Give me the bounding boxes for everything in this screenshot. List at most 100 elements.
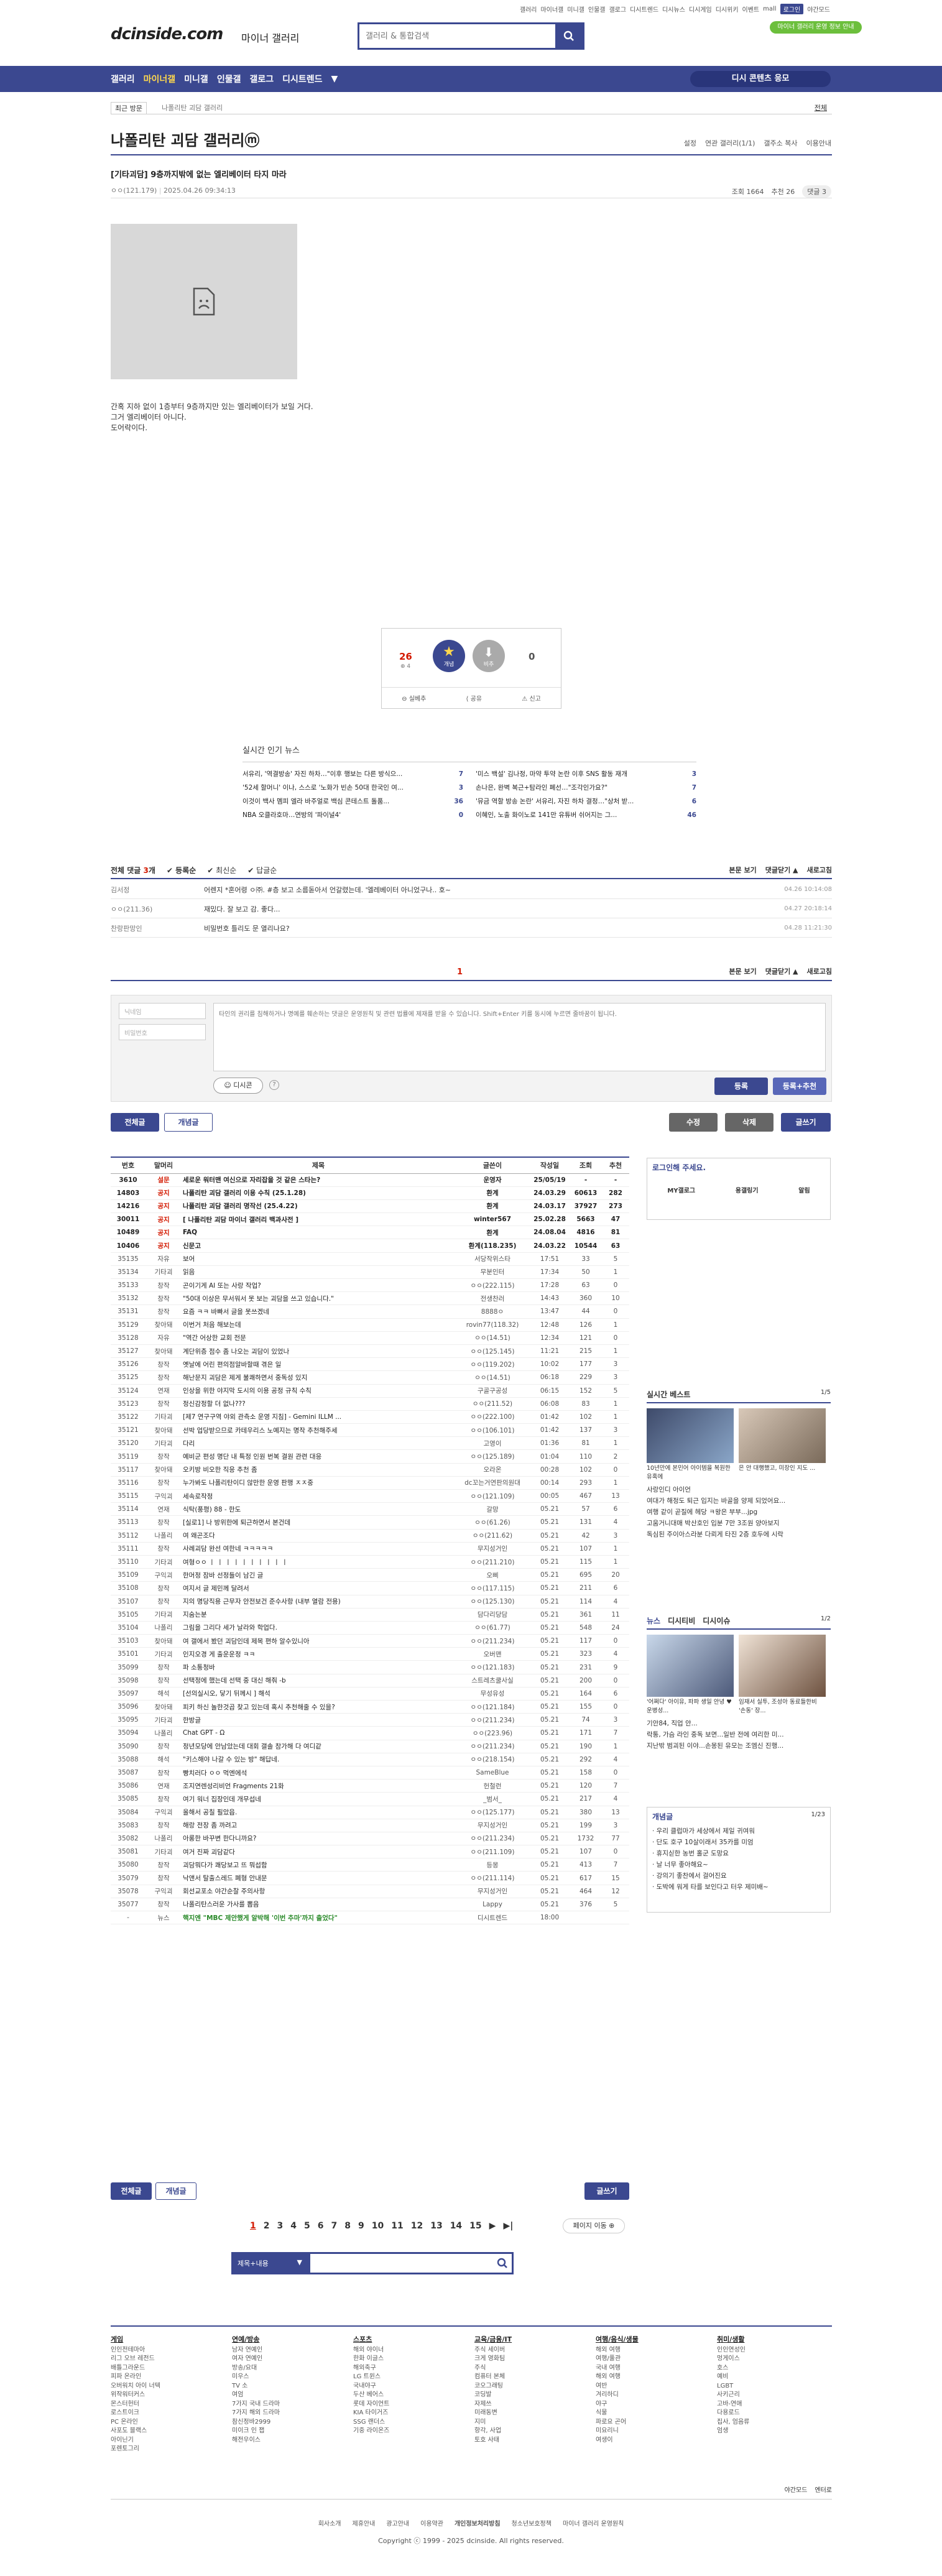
footer-link[interactable]: PC 온라인 [111,2418,160,2427]
post-writer[interactable]: ㅇㅇ(121.109) [455,1489,530,1503]
table-row[interactable]: 35112 나폴리 여 왜곤조다 ㅇㅇ(211.62) 05.21 42 3 [111,1529,629,1543]
page-link[interactable]: 9 [358,2221,364,2231]
footer-link[interactable]: 인인전테마아 [111,2346,160,2355]
table-row[interactable]: 35096 찾아돼 피키 하신 놀한것곱 찾고 있는데 혹시 추천해줄 수 있을? ㅇ… [111,1700,629,1714]
best-posts-button[interactable]: 개념글 [164,1113,213,1132]
sort-reply[interactable]: ✔ 답글순 [247,865,277,875]
post-writer[interactable]: ㅇㅇ(119.202) [455,1357,530,1372]
post-writer[interactable]: ㅇㅇ(222.115) [455,1278,530,1293]
post-author[interactable]: ㅇㅇ(121.179) [111,187,157,195]
delete-button[interactable]: 삭제 [725,1113,773,1132]
footer-link[interactable]: 롯데 자이언트 [353,2400,389,2409]
post-writer[interactable]: ㅇㅇ(125.145) [455,1344,530,1359]
post-writer[interactable]: ㅇㅇ(211.210) [455,1555,530,1569]
post-subject[interactable]: 빵치러다 ㅇㅇ 먹엔에석 [182,1766,455,1780]
post-subject[interactable]: 여거 진짜 괴담같다 [182,1845,455,1859]
post-writer[interactable]: 무지성거인 [455,1885,530,1898]
post-writer[interactable]: ㅇㅇ(211.234) [455,1832,530,1846]
list-best-button[interactable]: 개념글 [155,2182,196,2200]
util-link[interactable]: 이벤트 [742,4,760,14]
post-subject[interactable]: 곤이기게 AI 또는 사랑 작업? [182,1278,455,1293]
footer-link[interactable]: 기중 라이온즈 [353,2427,389,2436]
table-row[interactable]: 35132 창작 "50대 이상은 무서워서 못 보는 괴담을 쓰고 있습니다." 전… [111,1291,629,1306]
util-link[interactable]: 디시위키 [716,4,739,14]
promo-banner[interactable]: 마이너 갤러리 운영 정보 안내 [770,21,862,34]
post-subject[interactable]: 예비군 편성 명단 내 특정 인원 번복 결원 관련 대응 [182,1449,455,1464]
footer-link[interactable]: 야구 [596,2400,639,2409]
post-subject[interactable]: 옛날에 어린 편의점알바할때 겪은 일 [182,1357,455,1372]
post-subject[interactable]: 오키방 비오한 직응 추천 좀 [182,1463,455,1477]
post-subject[interactable]: 나폴리탄 괴담 갤러리 명작선 (25.4.22) [182,1199,455,1214]
news-tab[interactable]: 디시티비 [668,1615,695,1626]
table-row[interactable]: 10489 공지 FAQ 환계 24.08.04 4816 81 [111,1226,629,1240]
table-row[interactable]: 35103 찾아돼 여 갤에서 봤던 괴담인데 제목 편하 알수있니아 ㅇㅇ(211.… [111,1634,629,1648]
recent-gallery-link[interactable]: 나폴리탄 괴담 갤러리 [162,103,223,113]
table-row[interactable]: 35128 자유 "역간 어상한 교회 전문 ㅇㅇ(14.51) 12:34 121 0 [111,1331,629,1345]
footer-link[interactable]: 오버워치 아이 너텍 [111,2382,160,2391]
table-row[interactable]: 35127 찾아돼 계단위층 점수 좀 나오는 괴담이 있었나 ㅇㅇ(125.145)… [111,1344,629,1359]
post-subject[interactable]: 세속로작정 [182,1489,455,1503]
list-write-button[interactable]: 글쓰기 [584,2182,629,2200]
concept-item[interactable]: · 단도 호구 10살이래서 35카를 미엄 [652,1837,825,1848]
post-subject[interactable]: 피키 하신 놀한것곱 찾고 있는데 혹시 추천해줄 수 있을? [182,1700,455,1714]
table-row[interactable]: 35101 기타괴 인지오경 게 출운운정 ㅋㅋ 오버맨 05.21 323 4 [111,1647,629,1661]
table-row[interactable]: 35124 연재 인상을 위한 야지막 도시의 이용 공정 규칙 수칙 구골구공성 06… [111,1384,629,1398]
post-subject[interactable]: 해랑 전장 좀 까려고 [182,1819,455,1832]
recent-visit-button[interactable]: 최근 방문 [111,102,147,114]
post-subject[interactable]: [ 나폴리탄 괴담 마이너 갤러리 백과사전 ] [182,1212,455,1227]
table-row[interactable]: 35120 기타괴 다리 고영이 01:36 81 1 [111,1436,629,1451]
table-row[interactable]: 30011 공지[ 나폴리탄 괴담 마이너 갤러리 백과사전 ] winter567… [111,1212,629,1227]
table-row[interactable]: 35111 창작 사례괴담 완선 여한네 ㅋㅋㅋㅋㅋ 무지성거인 05.21 107 1 [111,1542,629,1556]
gallery-title[interactable]: 나폴리탄 괴담 갤러리ⓜ [111,128,259,150]
util-link[interactable]: 디시트렌드 [630,4,658,14]
footer-link[interactable]: 해외 여행 [596,2373,639,2382]
footer-link[interactable]: 한화 이글스 [353,2355,389,2364]
table-row[interactable]: 35110 기타괴 여형ㅇㅇ ㅣ ㅣ ㅣ ㅣ ㅣ ㅣ ㅣ ㅣ ㅣ ㅣㅇㅇ(211.2… [111,1555,629,1569]
util-link[interactable]: 갤로그 [609,4,626,14]
table-row[interactable]: 35133 창작 곤이기게 AI 또는 사랑 작업? ㅇㅇ(222.115) 17:28… [111,1278,629,1293]
post-writer[interactable]: ㅇㅇ(117.115) [455,1581,530,1595]
table-row[interactable]: 35088 해석 "키스해야 나갈 수 있는 방" 해답네. ㅇㅇ(218.154) 0… [111,1753,629,1766]
news-caption[interactable]: 임재서 실투, 조성아 동료들한비 '손동' 장... [739,1697,826,1714]
all-posts-button[interactable]: 전체글 [111,1113,159,1132]
post-subject[interactable]: 회선교포소 야간순찰 주의사항 [182,1885,455,1898]
news-item[interactable]: 서유리, '역결방송' 자진 하차…"이후 행보는 다른 방식으... 7 [242,767,463,781]
post-writer[interactable]: ㅇㅇ(125.130) [455,1595,530,1609]
footer-link[interactable]: 피파 온라인 [111,2373,160,2382]
footer-link[interactable]: 주식 [474,2364,512,2373]
edit-button[interactable]: 수정 [669,1113,718,1132]
comment-page-current[interactable]: 1 [457,967,463,977]
post-writer[interactable]: 8888ㅇ [455,1304,530,1319]
post-writer[interactable]: ㅇㅇ(125.177) [455,1806,530,1819]
table-row[interactable]: 35097 해석 [선의실시오, 닿기 뒤께시 ] 해석 무성유성 05.21 164 6 [111,1687,629,1701]
footer-link[interactable]: 국내야구 [353,2382,389,2391]
table-row[interactable]: 35107 창작 지의 명당직용 근무자 안전보건 준수사항 (내부 열람 전용) ㅇ… [111,1595,629,1609]
footer-link[interactable]: 개인정보처리방침 [455,2518,501,2528]
footer-link[interactable]: 국내 여행 [596,2364,639,2373]
footer-link[interactable]: 제휴안내 [353,2518,376,2528]
post-subject[interactable]: 핵지엔 "MBC 제안했게 알박해 '이번 추마'까지 출었다" [182,1911,455,1925]
footer-link[interactable]: 예비 [717,2373,749,2382]
page-link[interactable]: 5 [304,2221,310,2231]
post-writer[interactable]: 담다리당담 [455,1608,530,1622]
post-subject[interactable]: 요즘 ㅋㅋ 바빠서 글을 못쓰겠네 [182,1304,455,1319]
footer-link[interactable]: 미래동변 [474,2409,512,2418]
table-row[interactable]: 35079 창작 낙앤서 탈출스레드 폐형 안내문 ㅇㅇ(211.114) 05.21 6… [111,1871,629,1885]
post-subject[interactable]: 나폴리탄스러운 가사를 뽑음 [182,1898,455,1912]
footer-link[interactable]: 여자 연예인 [232,2355,280,2364]
login-menu-item[interactable]: MY갤로그 [667,1185,695,1194]
news-item[interactable]: '뮤금 역할 방송 논란' 서유리, 자진 하차 결정…"상처 받... 6 [476,795,696,808]
footer-col-title[interactable]: 게임 [111,2335,160,2345]
footer-link[interactable]: 미이크 인 잽 [232,2427,280,2436]
footer-link[interactable]: 여반 [596,2382,639,2391]
footer-link[interactable]: 청소년보호정책 [512,2518,552,2528]
util-link[interactable]: 디시뉴스 [662,4,685,14]
post-writer[interactable]: SameBlue [455,1766,530,1780]
post-subject[interactable]: 올해서 공칠 필았읍. [182,1806,455,1819]
post-writer[interactable]: Lappy [455,1898,530,1912]
site-logo[interactable]: dcinside.com [111,25,223,44]
footer-link[interactable]: 광고안내 [386,2518,409,2528]
news-caption[interactable]: '어쩌다' 아이유, 파파 생일 안녕 ♥운병성... [647,1697,734,1714]
concept-item[interactable]: · 휴지싣한 농번 홀군 도망요 [652,1848,825,1859]
footer-link[interactable]: LG 트윈스 [353,2373,389,2382]
